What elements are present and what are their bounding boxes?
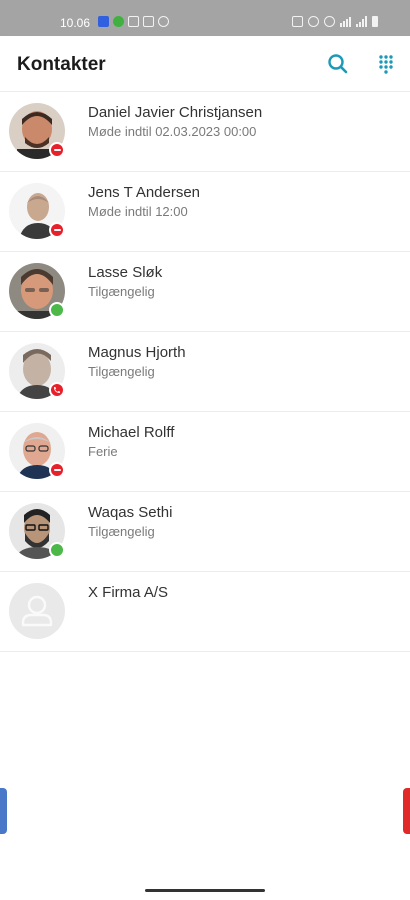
battery-icon <box>372 16 378 27</box>
contact-name: Daniel Javier Christjansen <box>88 104 263 121</box>
mute-icon <box>308 16 319 27</box>
contact-status: Tilgængelig <box>88 364 155 379</box>
app-notification-icon <box>98 16 109 27</box>
app-bar: Kontakter <box>0 36 410 92</box>
contact-name: Waqas Sethi <box>88 504 173 521</box>
contact-name: Michael Rolff <box>88 424 175 441</box>
system-icons <box>292 16 378 27</box>
status-bar: 10.06 <box>0 0 410 36</box>
contact-row[interactable]: Magnus Hjorth Tilgængelig <box>0 332 410 412</box>
dialpad-icon <box>379 55 393 74</box>
contact-row[interactable]: Lasse Sløk Tilgængelig <box>0 252 410 332</box>
contact-row[interactable]: X Firma A/S <box>0 572 410 652</box>
presence-available-icon <box>49 302 65 318</box>
contact-status: Ferie <box>88 444 118 459</box>
avatar-placeholder <box>9 583 65 639</box>
contact-row[interactable]: Michael Rolff Ferie <box>0 412 410 492</box>
mail-notification-icon <box>143 16 154 27</box>
contact-status: Møde indtil 02.03.2023 00:00 <box>88 124 257 139</box>
contact-status: Møde indtil 12:00 <box>88 204 188 219</box>
contact-name: Lasse Sløk <box>88 264 163 281</box>
bluetooth-icon <box>324 16 335 27</box>
contact-status: Tilgængelig <box>88 524 155 539</box>
presence-busy-icon <box>49 462 65 478</box>
presence-busy-icon <box>49 142 65 158</box>
page-title: Kontakter <box>17 54 106 75</box>
search-icon <box>328 54 348 74</box>
person-placeholder-icon <box>9 583 65 639</box>
contact-status: Tilgængelig <box>88 284 155 299</box>
sync-notification-icon <box>158 16 169 27</box>
presence-available-icon <box>49 542 65 558</box>
home-indicator[interactable] <box>145 889 265 892</box>
left-edge-panel-handle[interactable] <box>0 788 7 834</box>
contact-list: Daniel Javier Christjansen Møde indtil 0… <box>0 92 410 652</box>
notification-icons <box>98 16 169 27</box>
copy-notification-icon <box>128 16 139 27</box>
contact-row[interactable]: Daniel Javier Christjansen Møde indtil 0… <box>0 92 410 172</box>
contact-name: Magnus Hjorth <box>88 344 186 361</box>
nfc-icon <box>292 16 303 27</box>
presence-on-call-icon <box>49 382 65 398</box>
contact-row[interactable]: Jens T Andersen Møde indtil 12:00 <box>0 172 410 252</box>
search-button[interactable] <box>324 50 352 78</box>
contact-name: Jens T Andersen <box>88 184 201 201</box>
chat-notification-icon <box>113 16 124 27</box>
status-time: 10.06 <box>60 16 91 30</box>
cell-signal-icon <box>356 16 367 27</box>
wifi-icon <box>340 16 351 27</box>
contact-row[interactable]: Waqas Sethi Tilgængelig <box>0 492 410 572</box>
dialpad-button[interactable] <box>372 50 400 78</box>
presence-busy-icon <box>49 222 65 238</box>
right-edge-panel-handle[interactable] <box>403 788 410 834</box>
contact-name: X Firma A/S <box>88 584 169 601</box>
